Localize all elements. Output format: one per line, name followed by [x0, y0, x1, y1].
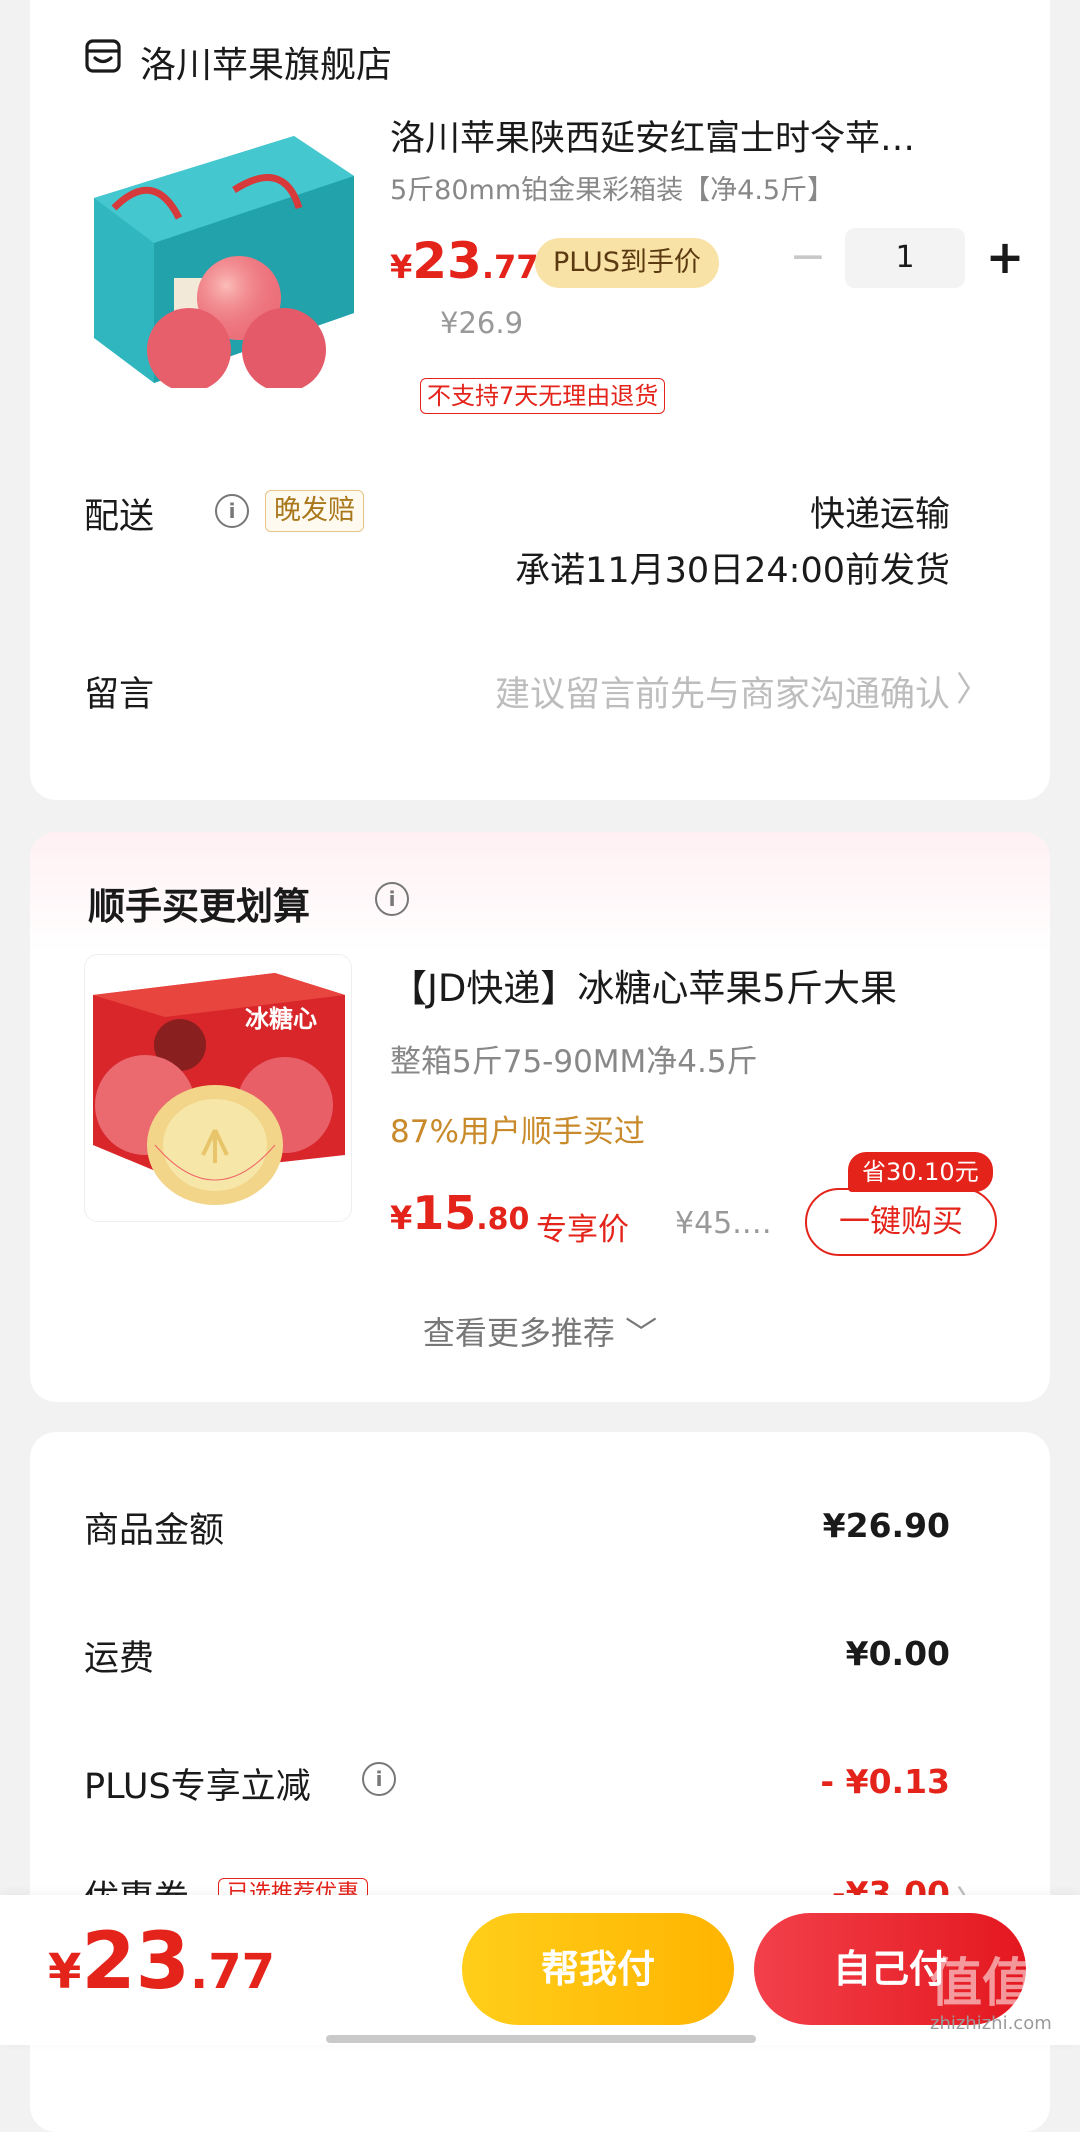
price-decimal: .77: [189, 1944, 275, 2000]
currency-symbol: ¥: [390, 248, 413, 286]
quantity-input[interactable]: 1: [845, 228, 965, 288]
note-input[interactable]: 建议留言前先与商家沟通确认: [495, 666, 950, 717]
help-me-pay-button[interactable]: 帮我付: [462, 1913, 734, 2025]
product-price: ¥23.77: [390, 232, 539, 290]
plus-price-badge: PLUS到手价: [535, 238, 719, 288]
summary-value: ¥0.00: [845, 1634, 950, 1673]
recommended-product-name[interactable]: 【JD快递】冰糖心苹果5斤大果: [390, 958, 897, 1012]
late-delivery-tag: 晚发赔: [265, 490, 364, 532]
price-integer: 23: [412, 232, 482, 290]
one-click-buy-button[interactable]: 一键购买: [805, 1188, 997, 1256]
price-integer: 23: [81, 1917, 190, 2007]
exclusive-price-label: 专享价: [536, 1212, 629, 1248]
info-icon[interactable]: i: [375, 882, 409, 916]
apple-box-illustration: 冰糖心: [93, 973, 345, 1205]
quantity-plus-button[interactable]: +: [982, 228, 1028, 288]
summary-label: 商品金额: [84, 1511, 225, 1551]
see-more-recommendations-link[interactable]: 查看更多推荐 ﹀: [30, 1308, 1050, 1354]
summary-label: PLUS专享立减: [84, 1767, 311, 1807]
recommendation-card: 顺手买更划算 i 冰糖心 【JD快递】冰糖心苹果5斤大果 整箱5斤75-90MM…: [30, 832, 1050, 1402]
info-icon[interactable]: i: [362, 1762, 396, 1796]
shipping-label: 配送: [84, 497, 155, 537]
info-icon[interactable]: i: [215, 494, 249, 528]
home-indicator[interactable]: [326, 2035, 756, 2043]
savings-badge: 省30.10元: [848, 1152, 993, 1192]
section-title: 顺手买更划算: [88, 885, 310, 928]
recommended-product-spec: 整箱5斤75-90MM净4.5斤: [390, 1044, 758, 1080]
price-integer: 15: [412, 1186, 477, 1240]
recommended-price: ¥15.80: [390, 1186, 529, 1240]
total-price: ¥23.77: [48, 1917, 275, 2007]
watermark-logo: 值值值: [930, 1954, 1080, 2014]
note-label: 留言: [84, 675, 155, 715]
store-icon: [85, 39, 121, 73]
quantity-minus-button[interactable]: −: [788, 232, 828, 282]
bottom-action-bar: ¥23.77 帮我付 自己付 值值值 zhizhizhi.com: [0, 1895, 1080, 2045]
price-decimal: .77: [481, 248, 539, 286]
summary-value: ¥26.90: [822, 1506, 950, 1545]
watermark-url: zhizhizhi.com: [930, 2013, 1052, 2034]
store-card: 洛川苹果旗舰店 洛川苹果陕西延安红富士时令苹… 5斤80mm铂金果彩箱装【净4.…: [30, 0, 1050, 800]
original-price: ¥45.…: [675, 1206, 772, 1241]
shipping-promise: 承诺11月30日24:00前发货: [515, 551, 950, 591]
chevron-right-icon[interactable]: 〉: [956, 662, 990, 711]
summary-label: 运费: [84, 1639, 155, 1679]
box-label: 冰糖心: [245, 1005, 317, 1033]
product-spec[interactable]: 5斤80mm铂金果彩箱装【净4.5斤】: [390, 168, 834, 207]
recommended-product-image[interactable]: 冰糖心: [84, 954, 352, 1222]
currency-symbol: ¥: [48, 1944, 82, 2000]
product-image[interactable]: [84, 128, 384, 388]
shipping-method[interactable]: 快递运输: [810, 486, 950, 537]
store-name[interactable]: 洛川苹果旗舰店: [140, 36, 392, 88]
return-policy-tag: 不支持7天无理由退货: [420, 378, 666, 414]
summary-value-discount: - ¥0.13: [820, 1762, 950, 1801]
price-decimal: .80: [476, 1202, 530, 1237]
currency-symbol: ¥: [390, 1199, 413, 1237]
social-proof-text: 87%用户顺手买过: [390, 1114, 645, 1150]
original-price: ¥26.9: [440, 306, 524, 340]
product-title[interactable]: 洛川苹果陕西延安红富士时令苹…: [390, 110, 1030, 161]
